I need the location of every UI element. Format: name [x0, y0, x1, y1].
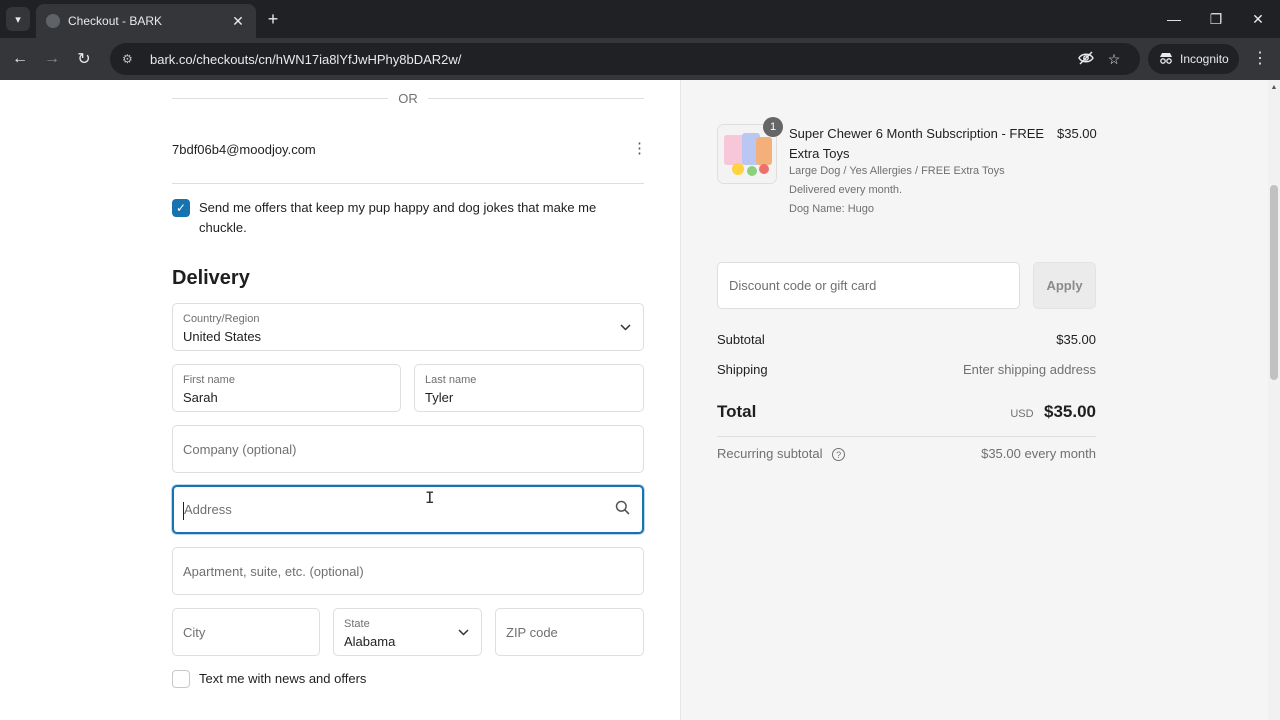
city-field[interactable]: City — [172, 608, 320, 656]
sms-opt-in[interactable]: Text me with news and offers — [172, 669, 366, 688]
shipping-row: Shipping Enter shipping address — [717, 362, 1096, 377]
incognito-button[interactable]: Incognito — [1148, 44, 1239, 74]
apartment-placeholder: Apartment, suite, etc. (optional) — [183, 563, 364, 579]
shipping-value: Enter shipping address — [963, 362, 1096, 377]
marketing-checkbox[interactable]: ✓ — [172, 199, 190, 217]
discount-placeholder: Discount code or gift card — [729, 278, 877, 293]
delivery-heading: Delivery — [172, 267, 250, 289]
plus-icon[interactable]: + — [262, 8, 284, 30]
quantity-badge: 1 — [763, 117, 783, 137]
tab-list-icon[interactable]: ▾ — [6, 7, 30, 31]
sms-checkbox[interactable] — [172, 670, 190, 688]
check-icon: ✓ — [175, 201, 187, 215]
country-value: United States — [183, 329, 262, 344]
country-label: Country/Region — [183, 313, 260, 325]
sms-label: Text me with news and offers — [199, 671, 367, 686]
browser-toolbar: ← → ↻ ⚙ bark.co/checkouts/cn/hWN17ia8lYf… — [0, 38, 1280, 80]
recurring-label: Recurring subtotal — [717, 446, 823, 461]
total-currency: USD — [1010, 408, 1034, 420]
subtotal-value: $35.00 — [1056, 332, 1096, 347]
last-name-value[interactable]: Tyler — [425, 390, 453, 405]
subtotal-row: Subtotal $35.00 — [717, 332, 1096, 347]
summary-divider — [717, 436, 1096, 437]
address-field[interactable]: Address — [172, 485, 644, 534]
more-icon[interactable]: ⋮ — [1250, 48, 1270, 70]
first-name-field[interactable]: First name Sarah — [172, 364, 401, 412]
help-icon[interactable]: ? — [832, 448, 846, 462]
address-bar[interactable]: ⚙ bark.co/checkouts/cn/hWN17ia8lYfJwHPhy… — [110, 43, 1140, 75]
reload-icon[interactable]: ↻ — [68, 43, 100, 75]
tab-title: Checkout - BARK — [68, 14, 163, 28]
total-amount: $35.00 — [1044, 402, 1096, 421]
product-name: Super Chewer 6 Month Subscription - FREE… — [789, 126, 1045, 161]
total-row: Total USD $35.00 — [717, 402, 1096, 422]
restore-icon[interactable]: ❐ — [1194, 0, 1238, 38]
chevron-down-icon — [620, 320, 631, 334]
chevron-down-icon — [458, 625, 469, 639]
last-name-label: Last name — [425, 374, 477, 386]
product-variant: Large Dog / Yes Allergies / FREE Extra T… — [789, 165, 1005, 177]
country-select[interactable]: Country/Region United States — [172, 303, 644, 351]
first-name-value[interactable]: Sarah — [183, 390, 218, 405]
browser-tab[interactable]: Checkout - BARK ✕ — [36, 4, 256, 38]
state-label: State — [344, 618, 370, 630]
eye-off-icon[interactable] — [1072, 51, 1100, 68]
url-text[interactable]: bark.co/checkouts/cn/hWN17ia8lYfJwHPhy8b… — [150, 52, 1072, 67]
or-label: OR — [398, 90, 418, 106]
first-name-label: First name — [183, 374, 235, 386]
apply-button[interactable]: Apply — [1033, 262, 1096, 309]
last-name-field[interactable]: Last name Tyler — [414, 364, 644, 412]
checkout-page: OR 7bdf06b4@moodjoy.com ⋮ ✓ Send me offe… — [0, 80, 1280, 720]
scroll-up-icon[interactable]: ▲ — [1268, 82, 1280, 94]
marketing-label: Send me offers that keep my pup happy an… — [199, 200, 597, 235]
shipping-method-heading-cut — [172, 710, 312, 720]
shipping-label: Shipping — [717, 362, 768, 377]
recurring-row: Recurring subtotal ? $35.00 every month — [717, 446, 1096, 462]
product-delivery-frequency: Delivered every month. — [789, 184, 903, 196]
state-select[interactable]: State Alabama — [333, 608, 482, 656]
divider-line — [427, 97, 644, 99]
subtotal-label: Subtotal — [717, 332, 765, 347]
site-info-icon[interactable]: ⚙ — [122, 52, 140, 66]
zip-field[interactable]: ZIP code — [495, 608, 644, 656]
star-icon[interactable]: ☆ — [1100, 51, 1128, 68]
incognito-icon — [1158, 52, 1174, 67]
forward-icon[interactable]: → — [36, 43, 68, 75]
product-dog-name: Dog Name: Hugo — [789, 203, 874, 215]
page-scrollbar[interactable]: ▲ — [1268, 80, 1280, 720]
or-divider: OR — [172, 88, 644, 108]
kebab-icon[interactable]: ⋮ — [632, 141, 647, 183]
discount-input[interactable]: Discount code or gift card — [717, 262, 1020, 309]
address-placeholder: Address — [184, 502, 232, 517]
search-icon[interactable] — [615, 500, 630, 520]
text-cursor-icon: I — [425, 488, 435, 507]
marketing-opt-in[interactable]: ✓ Send me offers that keep my pup happy … — [172, 198, 644, 238]
minimize-icon[interactable]: — — [1152, 0, 1196, 38]
scrollbar-thumb[interactable] — [1270, 185, 1278, 380]
order-summary: 1 Super Chewer 6 Month Subscription - FR… — [680, 80, 1268, 720]
back-icon[interactable]: ← — [4, 43, 36, 75]
state-value: Alabama — [344, 634, 396, 649]
window-close-icon[interactable]: ✕ — [1236, 0, 1280, 38]
contact-email-row: 7bdf06b4@moodjoy.com ⋮ — [172, 141, 647, 184]
total-label: Total — [717, 402, 757, 421]
favicon-icon — [46, 14, 60, 28]
zip-placeholder: ZIP code — [506, 624, 558, 640]
incognito-label: Incognito — [1180, 52, 1229, 66]
close-icon[interactable]: ✕ — [230, 13, 246, 30]
tab-strip: ▾ Checkout - BARK ✕ + — ❐ ✕ — [0, 0, 1280, 38]
contact-email: 7bdf06b4@moodjoy.com — [172, 142, 316, 157]
divider-line — [172, 97, 389, 99]
apartment-field[interactable]: Apartment, suite, etc. (optional) — [172, 547, 644, 595]
recurring-value: $35.00 every month — [981, 446, 1096, 461]
company-placeholder: Company (optional) — [183, 441, 297, 457]
city-placeholder: City — [183, 624, 206, 640]
checkout-form: OR 7bdf06b4@moodjoy.com ⋮ ✓ Send me offe… — [0, 80, 680, 720]
company-field[interactable]: Company (optional) — [172, 425, 644, 473]
product-price: $35.00 — [1057, 126, 1097, 141]
